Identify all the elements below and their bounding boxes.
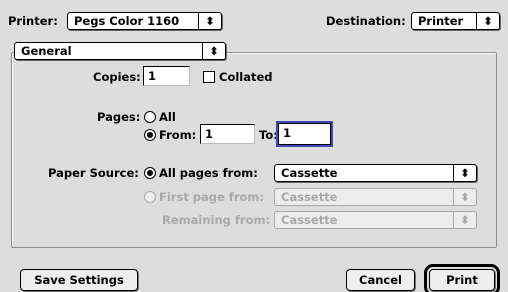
first-page-from-label: First page from: (159, 190, 264, 204)
pages-all-radio[interactable] (144, 111, 156, 123)
destination-label: Destination: (326, 14, 406, 28)
destination-popup[interactable]: Printer ⬍ (411, 12, 500, 30)
copies-field[interactable]: 1 (143, 66, 190, 86)
cancel-button[interactable]: Cancel (346, 269, 415, 291)
paper-source-label: Paper Source: (48, 166, 139, 180)
pages-from-field[interactable]: 1 (200, 124, 255, 144)
remaining-from-label: Remaining from: (162, 213, 271, 227)
printer-popup-value: Pegs Color 1160 (74, 14, 180, 28)
all-pages-from-label: All pages from: (159, 166, 258, 180)
destination-popup-value: Printer (418, 14, 464, 28)
remaining-source-value: Cassette (281, 213, 338, 227)
popup-arrows-icon: ⬍ (453, 165, 476, 181)
first-page-source-value: Cassette (281, 190, 338, 204)
first-page-from-radio[interactable] (144, 191, 156, 203)
save-settings-button[interactable]: Save Settings (20, 269, 138, 291)
first-page-source-popup[interactable]: Cassette ⬍ (274, 188, 477, 206)
popup-arrows-icon: ⬍ (453, 212, 476, 228)
print-button[interactable]: Print (424, 264, 500, 292)
all-pages-source-value: Cassette (281, 166, 338, 180)
section-popup-value: General (21, 44, 72, 58)
pages-label: Pages: (97, 110, 141, 124)
popup-arrows-icon: ⬍ (453, 189, 476, 205)
pages-to-label: To: (259, 128, 278, 142)
collated-label: Collated (219, 70, 273, 84)
all-pages-source-popup[interactable]: Cassette ⬍ (274, 164, 477, 182)
pages-all-label: All (159, 110, 176, 124)
popup-arrows-icon: ⬍ (476, 13, 499, 29)
popup-arrows-icon: ⬍ (202, 43, 225, 59)
printer-label: Printer: (8, 14, 58, 28)
remaining-source-popup[interactable]: Cassette ⬍ (274, 211, 477, 229)
pages-from-radio[interactable] (144, 129, 156, 141)
all-pages-from-radio[interactable] (144, 167, 156, 179)
collated-checkbox[interactable] (203, 71, 215, 83)
pages-to-field[interactable]: 1 (276, 121, 333, 147)
printer-popup[interactable]: Pegs Color 1160 ⬍ (67, 12, 222, 30)
copies-label: Copies: (93, 70, 141, 84)
popup-arrows-icon: ⬍ (198, 13, 221, 29)
pages-from-label: From: (159, 128, 197, 142)
section-popup[interactable]: General ⬍ (14, 42, 226, 60)
